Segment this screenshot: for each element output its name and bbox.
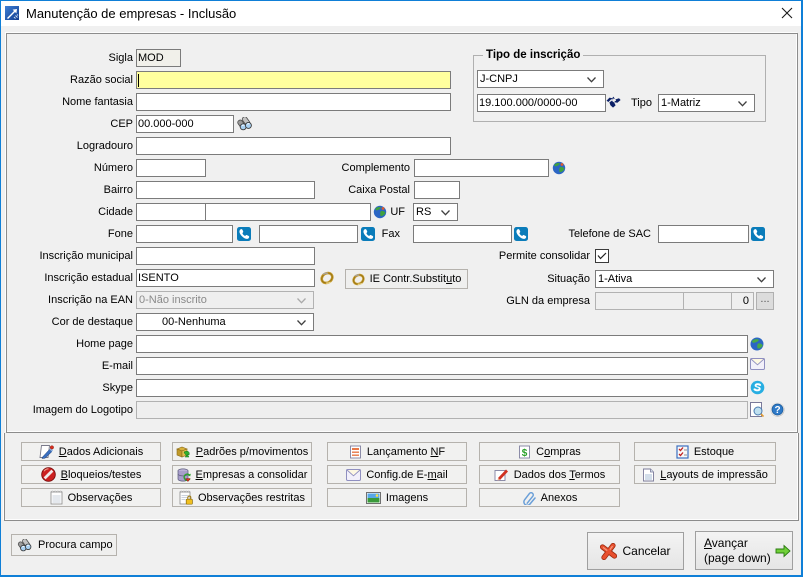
- svg-text:?: ?: [774, 405, 780, 416]
- svg-text:$: $: [522, 448, 528, 459]
